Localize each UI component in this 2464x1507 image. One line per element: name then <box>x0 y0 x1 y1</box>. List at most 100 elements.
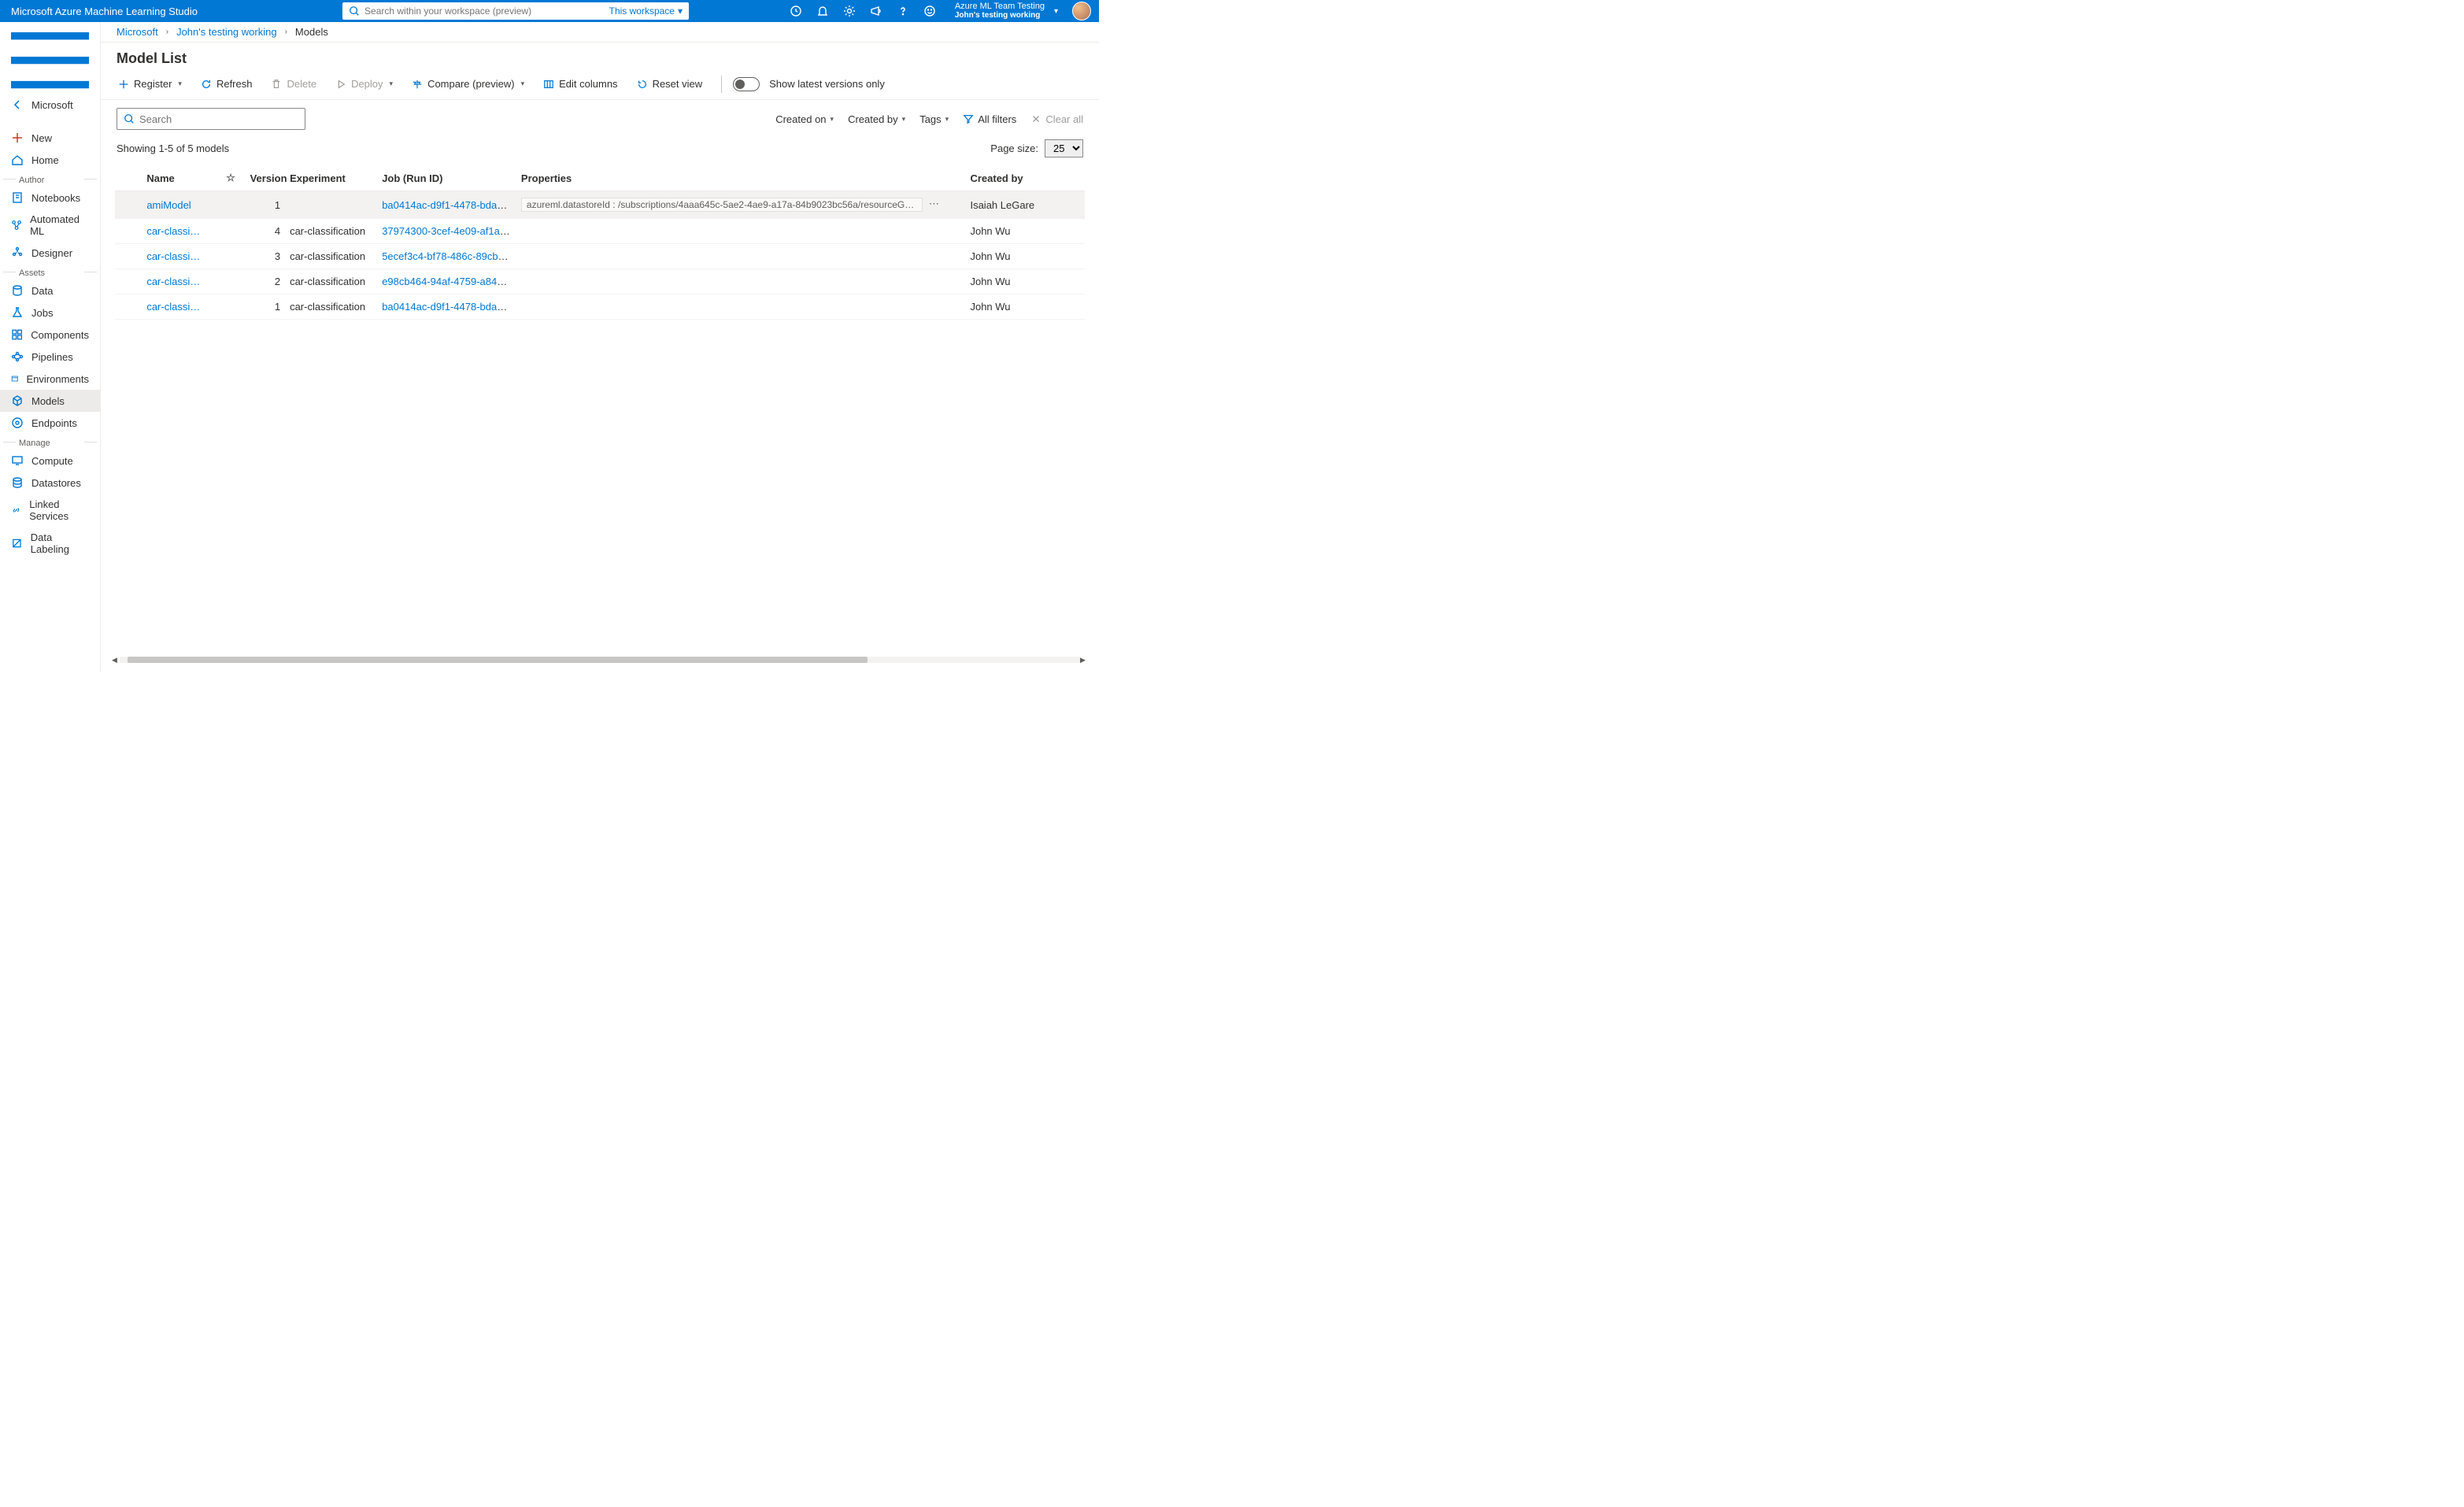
bell-icon[interactable] <box>816 5 829 17</box>
avatar[interactable] <box>1072 2 1091 20</box>
sidebar-models[interactable]: Models <box>0 390 100 412</box>
sidebar-back[interactable]: Microsoft <box>0 94 100 116</box>
home-icon <box>11 154 24 166</box>
scroll-right-icon[interactable]: ▶ <box>1080 656 1088 665</box>
cell-created-by: John Wu <box>965 244 1085 269</box>
model-name-link[interactable]: car-classi… <box>146 276 200 287</box>
sidebar-designer[interactable]: Designer <box>0 242 100 264</box>
sidebar-jobs[interactable]: Jobs <box>0 302 100 324</box>
reset-view-button[interactable]: Reset view <box>629 75 711 93</box>
cell-experiment: car-classification <box>285 219 377 244</box>
job-link[interactable]: 37974300-3cef-4e09-af1a-fced… <box>382 225 516 237</box>
table-search[interactable] <box>117 108 305 130</box>
model-icon <box>11 394 24 407</box>
table-row[interactable]: car-classi…1car-classificationba0414ac-d… <box>115 294 1085 320</box>
all-filters-button[interactable]: All filters <box>963 113 1016 125</box>
scroll-left-icon[interactable]: ◀ <box>112 656 120 665</box>
filter-row: Created on▾ Created by▾ Tags▾ All filter… <box>101 100 1099 135</box>
global-search[interactable]: This workspace▾ <box>342 2 689 20</box>
breadcrumb-link[interactable]: John's testing working <box>176 26 277 38</box>
cell-created-by: John Wu <box>965 219 1085 244</box>
col-favorite[interactable]: ☆ <box>221 165 245 191</box>
sidebar-data-labeling[interactable]: Data Labeling <box>0 527 100 560</box>
job-link[interactable]: e98cb464-94af-4759-a842-838… <box>382 276 516 287</box>
job-link[interactable]: ba0414ac-d9f1-4478-bda8-4d7… <box>382 301 516 313</box>
scroll-track[interactable] <box>120 657 1080 663</box>
sidebar-notebooks[interactable]: Notebooks <box>0 187 100 209</box>
chevron-down-icon: ▾ <box>678 6 683 17</box>
sidebar-endpoints[interactable]: Endpoints <box>0 412 100 434</box>
result-count: Showing 1-5 of 5 models <box>117 143 229 154</box>
sidebar: Microsoft New Home Author Notebooks Auto… <box>0 22 101 672</box>
model-name-link[interactable]: amiModel <box>146 199 191 211</box>
table-row[interactable]: car-classi…2car-classificatione98cb464-9… <box>115 269 1085 294</box>
model-name-link[interactable]: car-classi… <box>146 301 200 313</box>
sidebar-datastores[interactable]: Datastores <box>0 472 100 494</box>
breadcrumb-link[interactable]: Microsoft <box>117 26 158 38</box>
col-job[interactable]: Job (Run ID) <box>377 165 516 191</box>
job-link[interactable]: ba0414ac-d9f1-4478-bda8-4d7… <box>382 199 516 211</box>
data-icon <box>11 284 24 297</box>
smile-icon[interactable] <box>923 5 936 17</box>
job-link[interactable]: 5ecef3c4-bf78-486c-89cb-d78d… <box>382 250 516 262</box>
trash-icon <box>271 79 282 90</box>
show-latest-toggle[interactable] <box>733 77 760 91</box>
chevron-down-icon: ▾ <box>521 80 525 88</box>
model-name-link[interactable]: car-classi… <box>146 250 200 262</box>
filter-created-on[interactable]: Created on▾ <box>775 113 834 125</box>
col-properties[interactable]: Properties <box>516 165 966 191</box>
horizontal-scrollbar[interactable]: ◀ ▶ <box>112 655 1088 665</box>
megaphone-icon[interactable] <box>870 5 882 17</box>
page-size-select[interactable]: 25 <box>1045 139 1083 157</box>
sidebar-home[interactable]: Home <box>0 149 100 171</box>
col-created-by[interactable]: Created by <box>965 165 1085 191</box>
gear-icon[interactable] <box>843 5 856 17</box>
hamburger-icon[interactable] <box>0 27 100 94</box>
model-name-link[interactable]: car-classi… <box>146 225 200 237</box>
more-icon[interactable]: ⋯ <box>927 198 942 210</box>
sidebar-environments[interactable]: Environments <box>0 368 100 390</box>
global-search-input[interactable] <box>364 6 609 17</box>
environment-icon <box>11 372 19 385</box>
col-experiment[interactable]: Experiment <box>285 165 377 191</box>
table-search-input[interactable] <box>139 113 298 125</box>
compare-button[interactable]: Compare (preview)▾ <box>404 75 532 93</box>
count-row: Showing 1-5 of 5 models Page size: 25 <box>101 135 1099 165</box>
help-icon[interactable] <box>897 5 909 17</box>
deploy-button[interactable]: Deploy▾ <box>327 75 401 93</box>
edit-columns-button[interactable]: Edit columns <box>535 75 625 93</box>
cell-created-by: Isaiah LeGare <box>965 191 1085 219</box>
separator <box>721 76 722 93</box>
col-name[interactable]: Name <box>142 165 221 191</box>
delete-button[interactable]: Delete <box>263 75 324 93</box>
cell-version: 3 <box>246 244 285 269</box>
sidebar-data[interactable]: Data <box>0 280 100 302</box>
refresh-button[interactable]: Refresh <box>193 75 261 93</box>
star-icon: ☆ <box>226 172 235 183</box>
columns-icon <box>543 79 554 90</box>
table-row[interactable]: car-classi…4car-classification37974300-3… <box>115 219 1085 244</box>
components-icon <box>11 328 23 341</box>
col-version[interactable]: Version <box>246 165 285 191</box>
register-button[interactable]: Register▾ <box>110 75 190 93</box>
sidebar-pipelines[interactable]: Pipelines <box>0 346 100 368</box>
table-row[interactable]: car-classi…3car-classification5ecef3c4-b… <box>115 244 1085 269</box>
sidebar-compute[interactable]: Compute <box>0 450 100 472</box>
sidebar-linked-services[interactable]: Linked Services <box>0 494 100 527</box>
sidebar-automated-ml[interactable]: Automated ML <box>0 209 100 242</box>
search-scope-dropdown[interactable]: This workspace▾ <box>609 6 683 17</box>
filter-tags[interactable]: Tags▾ <box>919 113 949 125</box>
designer-icon <box>11 246 24 259</box>
clear-all-button[interactable]: Clear all <box>1030 113 1083 125</box>
filter-created-by[interactable]: Created by▾ <box>848 113 905 125</box>
sidebar-new[interactable]: New <box>0 127 100 149</box>
sidebar-components[interactable]: Components <box>0 324 100 346</box>
reset-icon <box>637 79 648 90</box>
clock-icon[interactable] <box>790 5 802 17</box>
cell-created-by: John Wu <box>965 269 1085 294</box>
scroll-thumb[interactable] <box>128 657 868 663</box>
chevron-down-icon: ▾ <box>945 115 949 124</box>
table-row[interactable]: amiModel1ba0414ac-d9f1-4478-bda8-4d7…azu… <box>115 191 1085 219</box>
tenant-switcher[interactable]: Azure ML Team Testing John's testing wor… <box>950 2 1058 20</box>
tenant-workspace: John's testing working <box>955 11 1045 20</box>
